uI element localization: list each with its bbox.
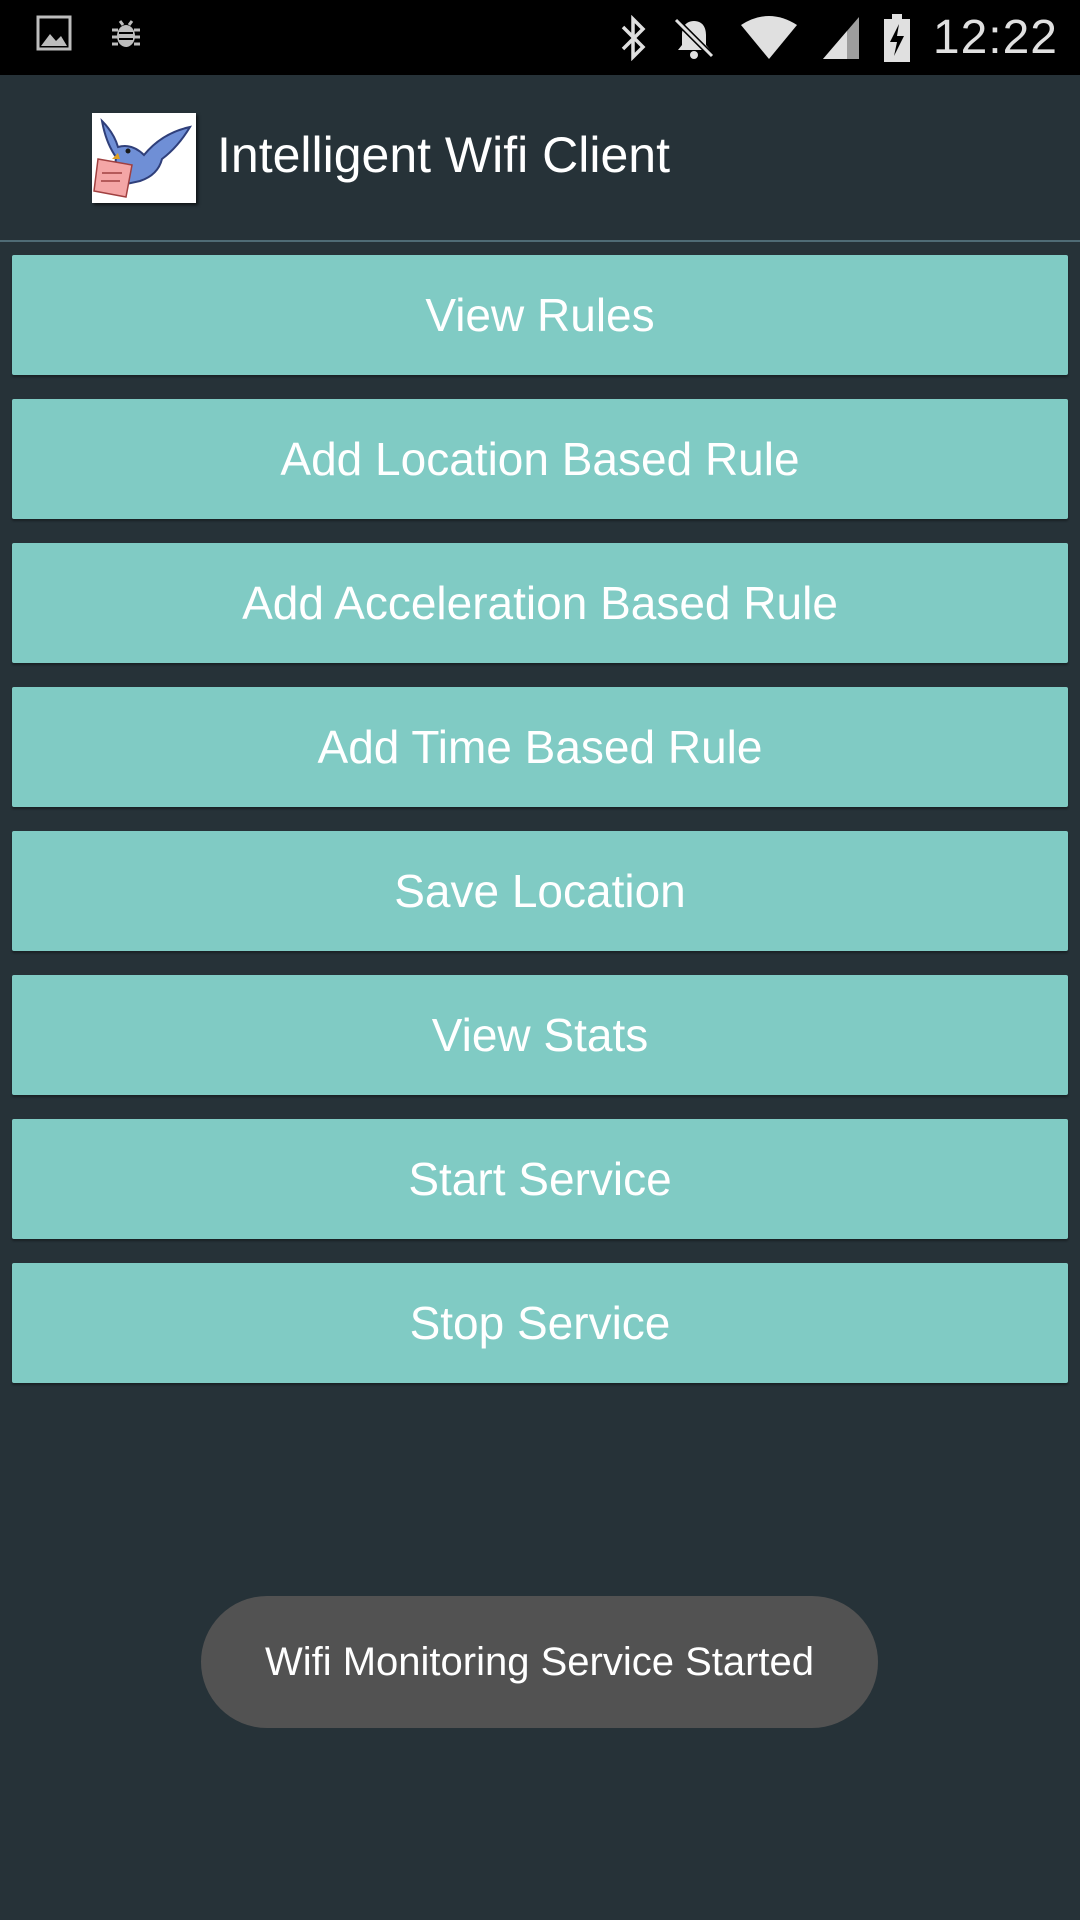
save-location-button[interactable]: Save Location — [12, 831, 1068, 951]
image-notification-icon — [36, 15, 72, 51]
view-rules-button[interactable]: View Rules — [12, 255, 1068, 375]
notifications-off-icon — [671, 15, 717, 61]
add-acceleration-rule-button[interactable]: Add Acceleration Based Rule — [12, 543, 1068, 663]
bluetooth-icon — [619, 14, 649, 61]
action-button-list: View Rules Add Location Based Rule Add A… — [12, 255, 1068, 1407]
toast-message: Wifi Monitoring Service Started — [201, 1596, 878, 1728]
wifi-signal-icon — [739, 15, 799, 61]
status-bar-system-icons: 12:22 — [619, 0, 1058, 75]
status-bar-clock: 12:22 — [932, 11, 1058, 64]
bluebird-letter-logo-icon — [92, 113, 196, 203]
add-location-rule-button[interactable]: Add Location Based Rule — [12, 399, 1068, 519]
bug-notification-icon — [108, 15, 144, 51]
app-title: Intelligent Wifi Client — [217, 127, 670, 183]
stop-service-button[interactable]: Stop Service — [12, 1263, 1068, 1383]
status-bar-notifications — [36, 15, 144, 51]
view-stats-button[interactable]: View Stats — [12, 975, 1068, 1095]
start-service-button[interactable]: Start Service — [12, 1119, 1068, 1239]
status-bar: 12:22 — [0, 0, 1080, 75]
add-time-rule-button[interactable]: Add Time Based Rule — [12, 687, 1068, 807]
cell-signal-icon — [821, 15, 861, 61]
battery-charging-icon — [883, 13, 911, 62]
app-bar: Intelligent Wifi Client — [0, 75, 1080, 242]
